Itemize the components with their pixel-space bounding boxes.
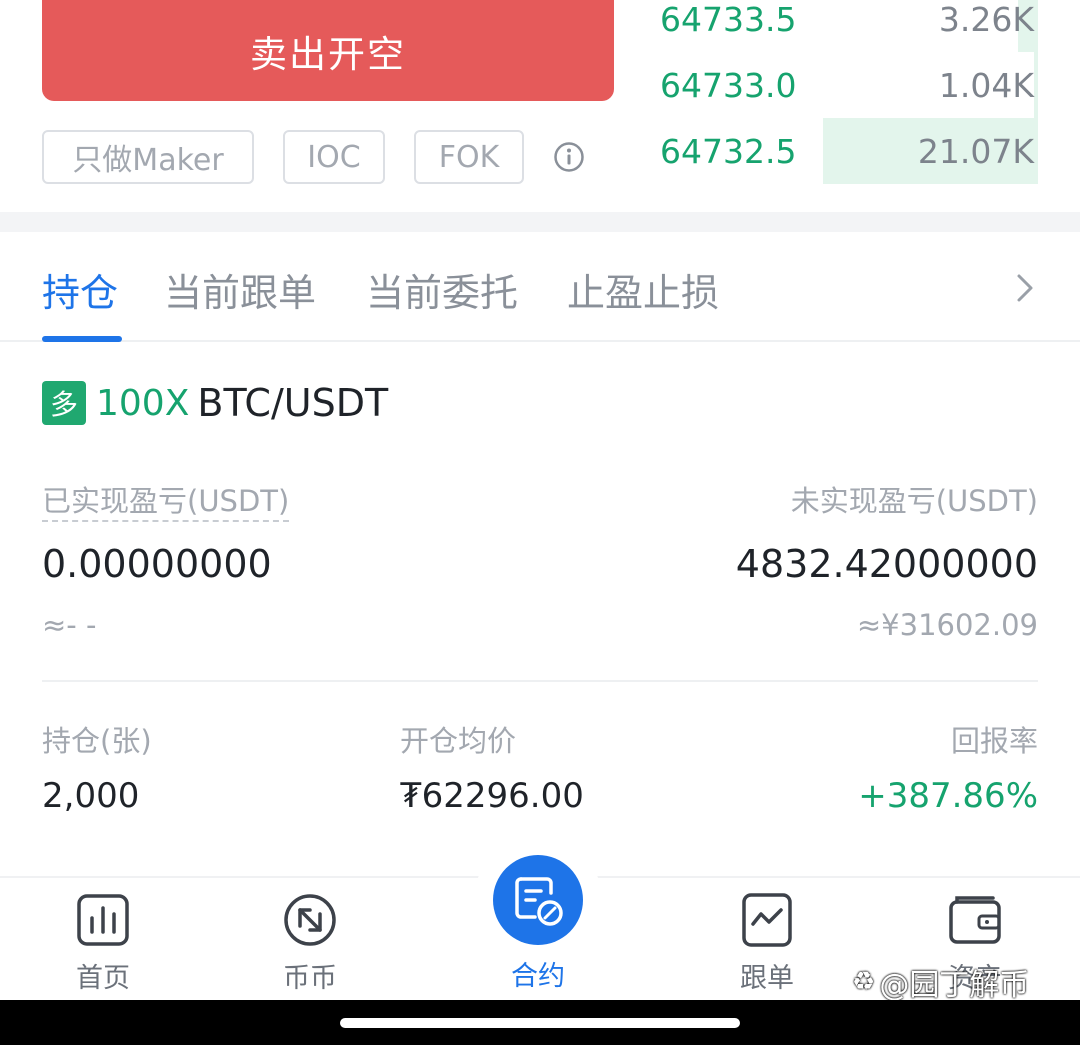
nav-spot[interactable]: 币币 <box>240 878 380 1002</box>
position-header: 多 100X BTC/USDT <box>42 380 388 426</box>
leverage-label: 100X <box>96 382 190 424</box>
section-separator <box>0 212 1080 232</box>
orderbook-row[interactable]: 64733.0 1.04K <box>640 52 1038 118</box>
tab-open-orders[interactable]: 当前委托 <box>366 262 518 317</box>
nav-home[interactable]: 首页 <box>33 878 173 1002</box>
position-size-label: 持仓(张) <box>42 724 152 758</box>
watermark-logo-icon: ♻ <box>852 967 876 997</box>
entry-price-value: ₮62296.00 <box>400 776 584 816</box>
orderbook-row[interactable]: 64733.5 3.26K <box>640 0 1038 52</box>
nav-label: 币币 <box>283 963 337 994</box>
nav-futures-label: 合约 <box>511 961 565 992</box>
nav-label: 跟单 <box>740 963 794 994</box>
position-symbol: BTC/USDT <box>197 381 389 425</box>
unrealized-pnl-value: 4832.42000000 <box>735 542 1038 586</box>
home-indicator[interactable] <box>340 1018 740 1028</box>
wallet-icon <box>949 896 1001 944</box>
divider <box>42 680 1038 682</box>
maker-only-option[interactable]: 只做Maker <box>42 130 254 184</box>
fok-option[interactable]: FOK <box>414 130 524 184</box>
chevron-right-icon[interactable] <box>1012 270 1038 306</box>
unrealized-pnl-cny: ≈¥31602.09 <box>856 608 1038 642</box>
orderbook-qty: 1.04K <box>938 65 1034 105</box>
long-badge: 多 <box>42 381 86 425</box>
bar-chart-icon <box>77 894 129 946</box>
orderbook-row[interactable]: 64732.5 21.07K <box>640 118 1038 184</box>
depth-bar <box>1034 52 1038 118</box>
nav-copy-trade[interactable]: 跟单 <box>697 878 837 1002</box>
orderbook-price: 64732.5 <box>660 131 797 171</box>
ioc-option[interactable]: IOC <box>283 130 385 184</box>
swap-circle-icon <box>284 894 336 946</box>
orderbook-price: 64733.5 <box>660 0 797 39</box>
tab-positions[interactable]: 持仓 <box>42 262 118 317</box>
contract-icon <box>515 877 563 926</box>
sell-short-button[interactable]: 卖出开空 <box>42 0 614 101</box>
orderbook-qty: 3.26K <box>938 0 1034 39</box>
entry-price-label: 开仓均价 <box>400 724 517 758</box>
orderbook-qty: 21.07K <box>917 131 1034 171</box>
realized-pnl-label[interactable]: 已实现盈亏(USDT) <box>42 478 290 522</box>
realized-pnl-cny: ≈- - <box>42 608 97 642</box>
active-tab-indicator <box>42 336 122 342</box>
tab-current-copy-trades[interactable]: 当前跟单 <box>164 262 316 317</box>
position-size-value: 2,000 <box>42 776 140 816</box>
orderbook-price: 64733.0 <box>660 65 797 105</box>
unrealized-pnl-label: 未实现盈亏(USDT) <box>790 484 1038 518</box>
nav-label: 首页 <box>76 963 130 994</box>
roe-value: +387.86% <box>858 776 1038 816</box>
roe-label: 回报率 <box>950 724 1038 758</box>
trend-chart-icon <box>742 893 792 947</box>
watermark: ♻ @园丁解币 <box>852 967 1030 1003</box>
info-icon[interactable] <box>553 141 585 173</box>
realized-pnl-value: 0.00000000 <box>42 542 272 586</box>
nav-futures[interactable] <box>493 855 583 945</box>
tab-tp-sl[interactable]: 止盈止损 <box>567 262 719 317</box>
position-tabs: 持仓 当前跟单 当前委托 止盈止损 <box>0 232 1080 342</box>
